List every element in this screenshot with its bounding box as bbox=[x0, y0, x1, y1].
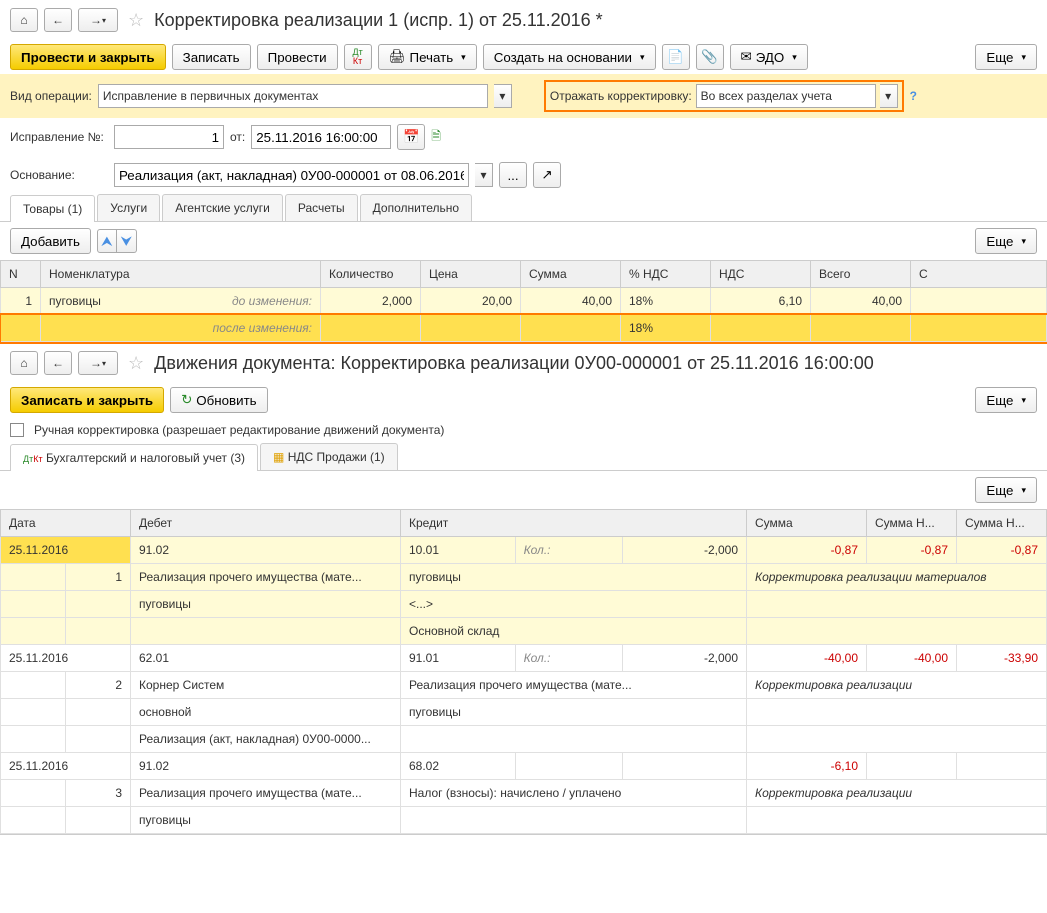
col-vat: НДС bbox=[711, 261, 811, 288]
mcol-credit: Кредит bbox=[401, 510, 747, 537]
table-row-after[interactable]: после изменения: 18% bbox=[1, 315, 1047, 342]
movement-row-detail: основной пуговицы bbox=[1, 699, 1047, 726]
post-button[interactable]: Провести bbox=[257, 44, 338, 70]
save-close-button[interactable]: Записать и закрыть bbox=[10, 387, 164, 413]
movement-row-detail: пуговицы bbox=[1, 807, 1047, 834]
page-title-2: Движения документа: Корректировка реализ… bbox=[154, 353, 874, 374]
tab-vat-sales[interactable]: ▦ НДС Продажи (1) bbox=[260, 443, 398, 470]
more-button-2[interactable]: Еще bbox=[975, 387, 1037, 413]
mcol-debit: Дебет bbox=[131, 510, 401, 537]
move-down-button[interactable]: ⮟ bbox=[117, 229, 137, 253]
movements-table: Дата Дебет Кредит Сумма Сумма Н... Сумма… bbox=[0, 509, 1047, 834]
basis-input[interactable] bbox=[114, 163, 469, 187]
col-total: Всего bbox=[811, 261, 911, 288]
movement-row[interactable]: 25.11.2016 62.01 91.01 Кол.:-2,000 -40,0… bbox=[1, 645, 1047, 672]
goods-table: N Номенклатура Количество Цена Сумма % Н… bbox=[0, 260, 1047, 342]
col-vat-pct: % НДС bbox=[621, 261, 711, 288]
movement-row-detail: Основной склад bbox=[1, 618, 1047, 645]
movement-row[interactable]: 25.11.2016 91.02 68.02 -6,10 bbox=[1, 753, 1047, 780]
col-sum: Сумма bbox=[521, 261, 621, 288]
movement-row-detail: 2 Корнер Систем Реализация прочего имуще… bbox=[1, 672, 1047, 699]
forward-button[interactable]: → ▾ bbox=[78, 8, 118, 32]
table-row-before[interactable]: 1 пуговицыдо изменения: 2,000 20,00 40,0… bbox=[1, 288, 1047, 315]
tab-calc[interactable]: Расчеты bbox=[285, 194, 358, 221]
forward-button-2[interactable]: → ▾ bbox=[78, 351, 118, 375]
from-label: от: bbox=[230, 130, 245, 144]
operation-type-select[interactable]: Исправление в первичных документах bbox=[98, 84, 488, 108]
reflect-highlight: Отражать корректировку: Во всех разделах… bbox=[544, 80, 904, 112]
tab-extra[interactable]: Дополнительно bbox=[360, 194, 472, 221]
more-button[interactable]: Еще bbox=[975, 44, 1037, 70]
manual-label: Ручная корректировка (разрешает редактир… bbox=[34, 423, 444, 437]
home-button-2[interactable]: ⌂ bbox=[10, 351, 38, 375]
movements-more-button[interactable]: Еще bbox=[975, 477, 1037, 503]
post-close-button[interactable]: Провести и закрыть bbox=[10, 44, 166, 70]
page-title: Корректировка реализации 1 (испр. 1) от … bbox=[154, 10, 603, 31]
printed-icon[interactable]: 🗎 bbox=[431, 127, 441, 148]
home-button[interactable]: ⌂ bbox=[10, 8, 38, 32]
mcol-n2: Сумма Н... bbox=[957, 510, 1047, 537]
tab-goods[interactable]: Товары (1) bbox=[10, 195, 95, 222]
tab-accounting[interactable]: ДтКт Бухгалтерский и налоговый учет (3) bbox=[10, 444, 258, 471]
mcol-n1: Сумма Н... bbox=[867, 510, 957, 537]
reflect-dropdown[interactable]: ▾ bbox=[880, 84, 898, 108]
col-price: Цена bbox=[421, 261, 521, 288]
reflect-select[interactable]: Во всех разделах учета bbox=[696, 84, 876, 108]
col-n: N bbox=[1, 261, 41, 288]
mcol-date: Дата bbox=[1, 510, 131, 537]
basis-open-icon[interactable]: ↗ bbox=[533, 162, 561, 188]
save-button[interactable]: Записать bbox=[172, 44, 251, 70]
doc-icon-button[interactable]: 📄 bbox=[662, 44, 690, 70]
correction-no-input[interactable] bbox=[114, 125, 224, 149]
print-button[interactable]: 🖨 Печать bbox=[378, 44, 477, 70]
col-qty: Количество bbox=[321, 261, 421, 288]
help-icon[interactable]: ? bbox=[910, 89, 917, 103]
correction-no-label: Исправление №: bbox=[10, 130, 108, 144]
col-extra: С bbox=[911, 261, 1047, 288]
movement-row-detail: 3 Реализация прочего имущества (мате... … bbox=[1, 780, 1047, 807]
calendar-icon[interactable]: 📅 bbox=[397, 124, 425, 150]
movement-row-detail: Реализация (акт, накладная) 0У00-0000... bbox=[1, 726, 1047, 753]
movement-row[interactable]: 25.11.2016 91.02 10.01 Кол.:-2,000 -0,87… bbox=[1, 537, 1047, 564]
star-icon-2[interactable]: ☆ bbox=[128, 353, 144, 374]
refresh-button[interactable]: ↻ Обновить bbox=[170, 387, 268, 413]
mcol-amount: Сумма bbox=[747, 510, 867, 537]
operation-type-dropdown[interactable]: ▾ bbox=[494, 84, 512, 108]
goods-more-button[interactable]: Еще bbox=[975, 228, 1037, 254]
date-input[interactable] bbox=[251, 125, 391, 149]
attach-icon-button[interactable]: 📎 bbox=[696, 44, 724, 70]
dtkh-icon-button[interactable]: ДтКт bbox=[344, 44, 372, 70]
reflect-label: Отражать корректировку: bbox=[550, 89, 692, 103]
movement-row-detail: 1 Реализация прочего имущества (мате... … bbox=[1, 564, 1047, 591]
move-up-button[interactable]: ⮝ bbox=[97, 229, 117, 253]
tab-agent[interactable]: Агентские услуги bbox=[162, 194, 283, 221]
basis-label: Основание: bbox=[10, 168, 108, 182]
edo-button[interactable]: ✉ ЭДО bbox=[730, 44, 808, 70]
operation-type-label: Вид операции: bbox=[10, 89, 92, 103]
tab-services[interactable]: Услуги bbox=[97, 194, 160, 221]
basis-ellipsis[interactable]: ... bbox=[499, 162, 527, 188]
add-button[interactable]: Добавить bbox=[10, 228, 91, 254]
create-based-button[interactable]: Создать на основании bbox=[483, 44, 656, 70]
basis-dropdown[interactable]: ▾ bbox=[475, 163, 493, 187]
col-nomen: Номенклатура bbox=[41, 261, 321, 288]
movement-row-detail: пуговицы <...> bbox=[1, 591, 1047, 618]
manual-checkbox[interactable] bbox=[10, 423, 24, 437]
back-button-2[interactable]: ← bbox=[44, 351, 72, 375]
star-icon[interactable]: ☆ bbox=[128, 10, 144, 31]
back-button[interactable]: ← bbox=[44, 8, 72, 32]
